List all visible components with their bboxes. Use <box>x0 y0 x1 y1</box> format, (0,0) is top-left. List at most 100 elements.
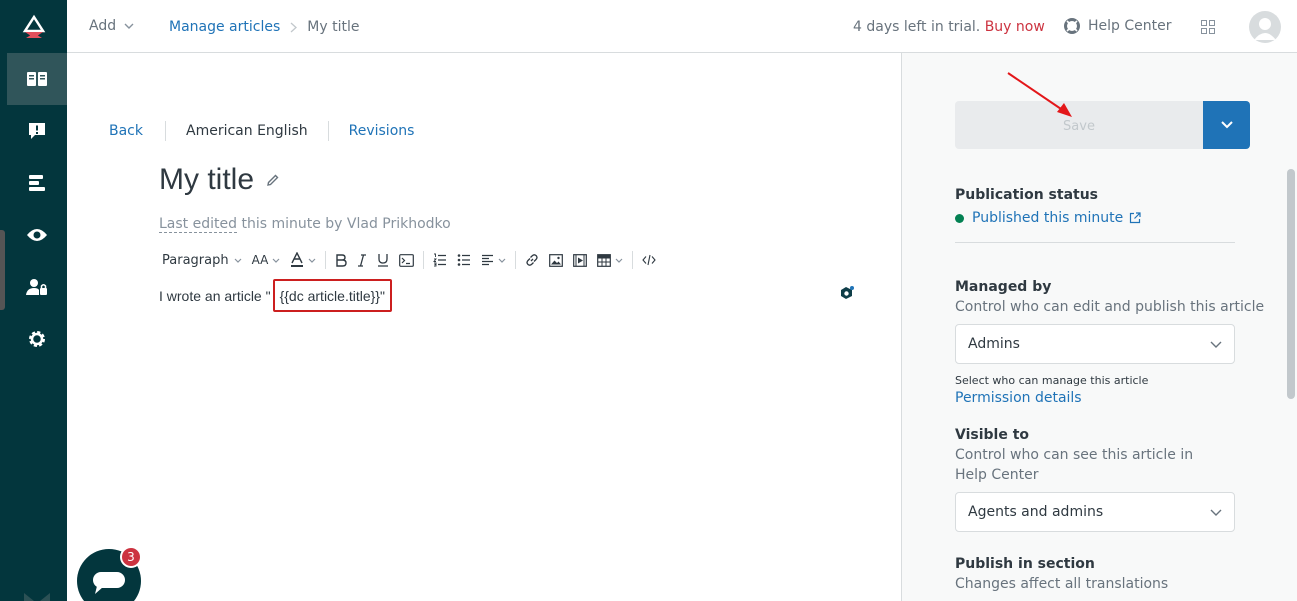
article-editor: Back American English Revisions My title… <box>67 53 901 601</box>
avatar[interactable] <box>1249 11 1281 43</box>
chevron-down-icon <box>124 23 134 29</box>
language-tab[interactable]: American English <box>166 121 329 141</box>
code-icon <box>642 254 657 266</box>
lifebuoy-icon <box>1064 18 1080 34</box>
source-code-button[interactable] <box>637 249 661 271</box>
bullet-list-button[interactable] <box>452 249 476 271</box>
code-block-button[interactable] <box>394 249 419 271</box>
bold-button[interactable] <box>330 249 352 271</box>
font-size-label: AA <box>251 253 269 267</box>
apps-grid-icon[interactable] <box>1201 20 1215 34</box>
save-options-button[interactable] <box>1203 101 1250 149</box>
back-link[interactable]: Back <box>109 121 166 141</box>
link-icon <box>526 254 539 266</box>
paragraph-label: Paragraph <box>162 252 229 268</box>
left-rail <box>0 0 67 601</box>
body-text-prefix: I wrote an article " <box>159 288 271 305</box>
add-menu[interactable]: Add <box>89 18 134 34</box>
toolbar-divider <box>325 251 327 269</box>
publication-status-label: Publication status <box>955 187 1099 203</box>
font-size-dropdown[interactable]: AA <box>247 249 286 271</box>
trial-notice: 4 days left in trial. Buy now <box>853 19 1045 35</box>
article-settings-panel: Save Publication status Published this m… <box>901 53 1297 601</box>
breadcrumb-manage-articles[interactable]: Manage articles <box>169 19 280 35</box>
zendesk-mark-icon <box>24 593 50 601</box>
logo-icon[interactable] <box>0 0 67 52</box>
body-text-suffix: " <box>379 288 385 304</box>
add-label: Add <box>89 18 117 34</box>
video-button[interactable] <box>568 249 592 271</box>
help-center-label: Help Center <box>1088 18 1172 34</box>
chevron-down-icon <box>272 258 280 263</box>
article-body[interactable]: I wrote an article " {{dc article.title}}… <box>159 279 392 314</box>
chevron-down-icon <box>615 258 623 263</box>
buy-now-link[interactable]: Buy now <box>985 19 1045 35</box>
dynamic-content-placeholder: {{dc article.title}}" <box>272 279 392 312</box>
trial-text: 4 days left in trial. <box>853 19 981 35</box>
video-icon <box>573 253 588 267</box>
link-button[interactable] <box>520 249 544 271</box>
toolbar-divider <box>423 251 425 269</box>
toolbar-divider <box>632 251 634 269</box>
user-icon <box>1254 18 1276 40</box>
text-color-dropdown[interactable] <box>285 249 321 271</box>
guide-book-icon[interactable] <box>7 53 67 105</box>
image-button[interactable] <box>544 249 568 271</box>
published-text: Published this minute <box>972 210 1124 226</box>
ordered-list-icon <box>433 253 447 267</box>
help-center-link[interactable]: Help Center <box>1064 18 1172 34</box>
permission-details-link[interactable]: Permission details <box>955 390 1082 406</box>
pencil-icon[interactable] <box>266 173 280 187</box>
text-color-icon <box>291 252 304 267</box>
paragraph-style-dropdown[interactable]: Paragraph <box>157 249 247 271</box>
published-link[interactable]: Published this minute <box>972 210 1141 226</box>
image-icon <box>549 253 564 267</box>
managed-by-value: Admins <box>968 336 1020 352</box>
publication-status: Published this minute <box>955 210 1141 226</box>
grammarly-icon[interactable] <box>839 285 855 301</box>
article-title[interactable]: My title <box>159 163 254 197</box>
user-lock-icon[interactable] <box>7 261 67 313</box>
editor-tabs: Back American English Revisions <box>109 121 414 141</box>
chevron-right-icon <box>290 22 298 32</box>
alert-icon[interactable] <box>7 105 67 157</box>
managed-by-select[interactable]: Admins <box>955 324 1235 364</box>
eye-icon[interactable] <box>7 209 67 261</box>
table-icon <box>597 253 612 267</box>
annotation-arrow-icon <box>1007 72 1072 117</box>
title-row: My title <box>159 163 280 197</box>
managed-by-small-hint: Select who can manage this article <box>955 374 1149 387</box>
chat-unread-badge: 3 <box>120 546 142 568</box>
chevron-down-icon <box>1220 121 1233 129</box>
publish-section-hint: Changes affect all translations <box>955 576 1169 592</box>
chevron-down-icon <box>1210 509 1222 516</box>
visible-to-value: Agents and admins <box>968 504 1104 520</box>
chevron-down-icon <box>234 258 242 263</box>
top-bar: Add Manage articles My title 4 days left… <box>67 0 1297 53</box>
arrange-icon[interactable] <box>7 157 67 209</box>
formatting-toolbar: Paragraph AA <box>157 249 661 271</box>
breadcrumb: Manage articles My title <box>169 19 359 35</box>
breadcrumb-current: My title <box>307 19 360 35</box>
align-dropdown[interactable] <box>476 249 511 271</box>
panel-scrollbar[interactable] <box>1287 169 1295 399</box>
table-dropdown[interactable] <box>592 249 628 271</box>
terminal-icon <box>399 253 415 267</box>
last-edited-label[interactable]: Last edited <box>159 216 237 233</box>
visible-to-label: Visible to <box>955 427 1030 443</box>
ordered-list-button[interactable] <box>428 249 452 271</box>
italic-icon <box>358 253 367 267</box>
toolbar-divider <box>515 251 517 269</box>
underline-button[interactable] <box>372 249 394 271</box>
visible-to-hint: Control who can see this article in Help… <box>955 447 1194 483</box>
bullet-list-icon <box>458 254 471 266</box>
revisions-link[interactable]: Revisions <box>329 121 415 141</box>
publish-section-label: Publish in section <box>955 556 1095 572</box>
italic-button[interactable] <box>352 249 372 271</box>
gear-icon[interactable] <box>7 313 67 365</box>
managed-by-label: Managed by <box>955 279 1052 295</box>
status-dot <box>955 213 964 223</box>
placeholder-text: {{dc article.title}} <box>279 288 380 304</box>
visible-to-select[interactable]: Agents and admins <box>955 492 1235 532</box>
managed-by-hint: Control who can edit and publish this ar… <box>955 299 1265 315</box>
